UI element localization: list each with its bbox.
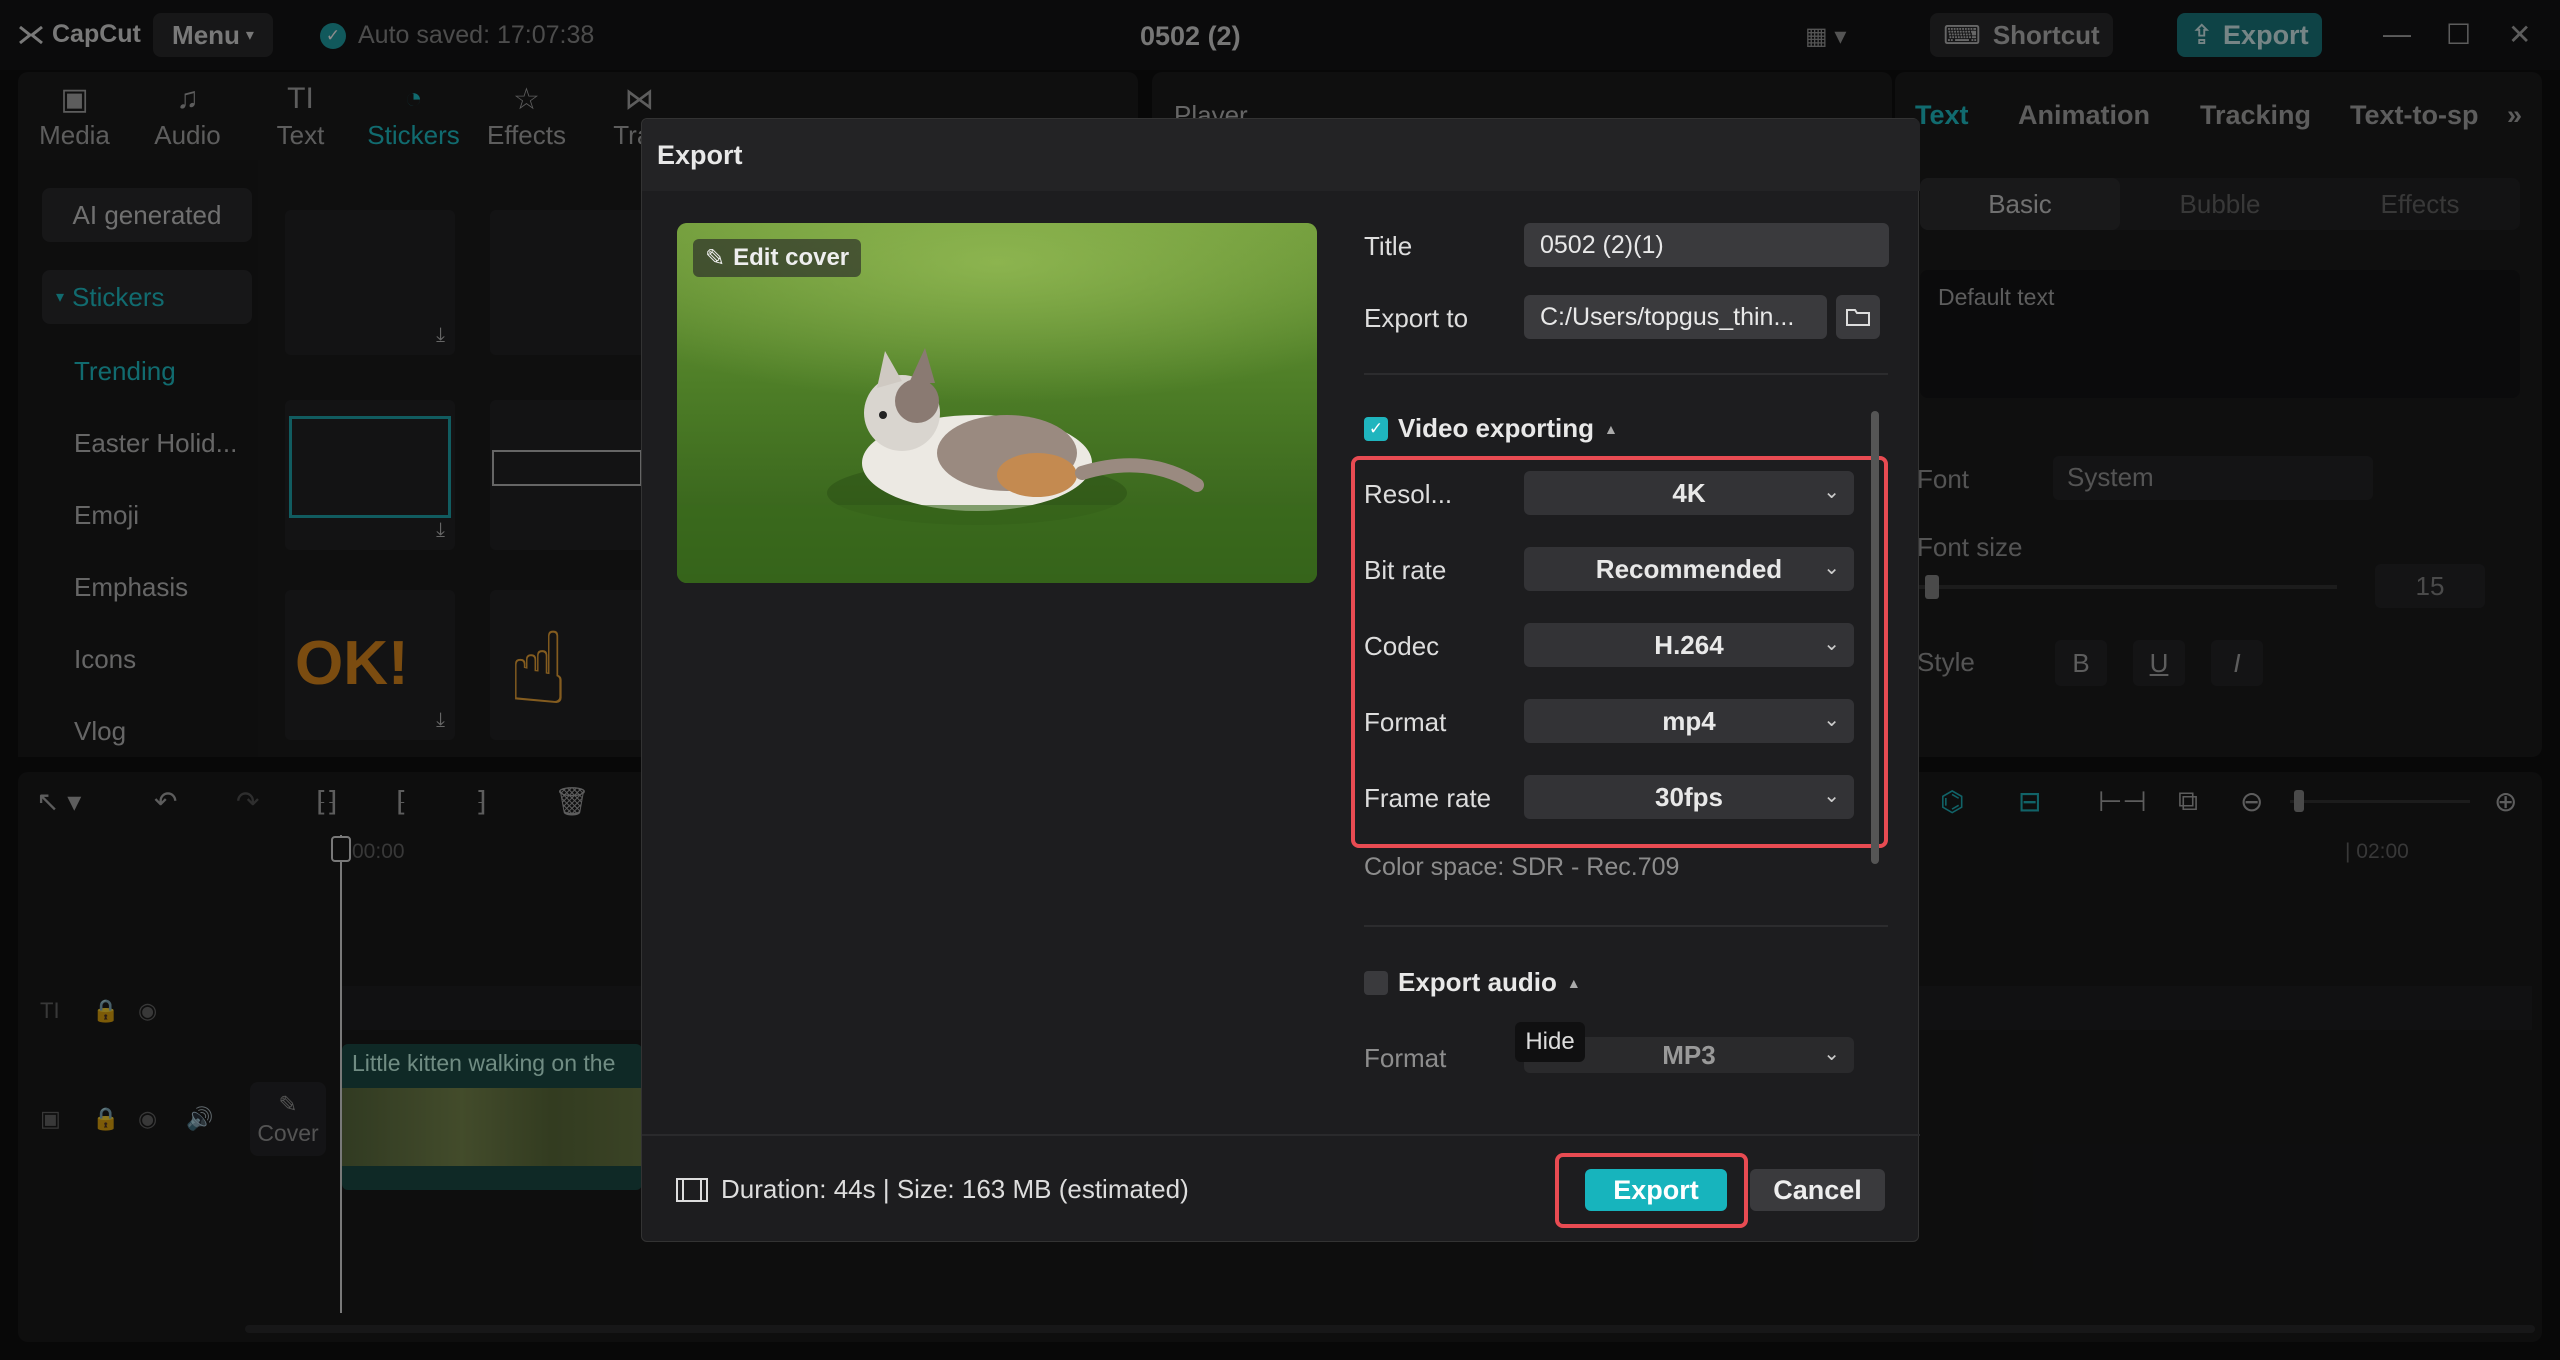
export-to-label: Export to bbox=[1364, 303, 1469, 333]
video-settings-highlight bbox=[1351, 456, 1888, 848]
edit-cover-button[interactable]: ✎ Edit cover bbox=[693, 239, 862, 277]
video-export-checkbox[interactable]: ✓ bbox=[1364, 416, 1388, 441]
collapse-icon[interactable]: ▲ bbox=[1567, 975, 1581, 991]
export-path-field[interactable]: C:/Users/topgus_thin... bbox=[1524, 295, 1827, 339]
cover-preview[interactable]: ✎ Edit cover bbox=[677, 223, 1317, 583]
audio-export-checkbox[interactable] bbox=[1364, 970, 1388, 995]
audio-format-value: MP3 bbox=[1662, 1039, 1716, 1070]
export-summary-text: Duration: 44s | Size: 163 MB (estimated) bbox=[721, 1174, 1189, 1204]
cancel-button[interactable]: Cancel bbox=[1750, 1169, 1885, 1211]
export-dialog: Export ✎ Edit cover Title 0502 (2)(1) Ex… bbox=[641, 118, 1920, 1242]
color-space-text: Color space: SDR - Rec.709 bbox=[1364, 853, 1680, 881]
settings-scrollbar[interactable] bbox=[1871, 411, 1879, 864]
film-icon bbox=[676, 1177, 708, 1202]
folder-icon bbox=[1846, 309, 1870, 326]
export-button-highlight bbox=[1555, 1153, 1748, 1228]
kitten-photo bbox=[677, 223, 1317, 583]
audio-format-label: Format bbox=[1364, 1043, 1447, 1073]
edit-cover-label: Edit cover bbox=[733, 244, 850, 271]
edit-icon: ✎ bbox=[705, 244, 726, 272]
hide-tooltip: Hide bbox=[1515, 1022, 1585, 1062]
title-label: Title bbox=[1364, 231, 1413, 261]
divider bbox=[1364, 373, 1888, 375]
audio-section-label: Export audio bbox=[1398, 967, 1557, 997]
dialog-title: Export bbox=[642, 119, 1920, 191]
title-input[interactable] bbox=[1524, 223, 1889, 267]
divider bbox=[1364, 925, 1888, 927]
export-summary: Duration: 44s | Size: 163 MB (estimated) bbox=[675, 1174, 1189, 1205]
chevron-down-icon: ⌄ bbox=[1823, 1043, 1840, 1065]
export-audio-header[interactable]: Export audio ▲ bbox=[1364, 967, 1581, 998]
video-section-label: Video exporting bbox=[1398, 413, 1594, 443]
video-exporting-header[interactable]: ✓ Video exporting ▲ bbox=[1364, 413, 1618, 444]
folder-button[interactable] bbox=[1836, 295, 1880, 339]
collapse-icon[interactable]: ▲ bbox=[1604, 421, 1618, 437]
